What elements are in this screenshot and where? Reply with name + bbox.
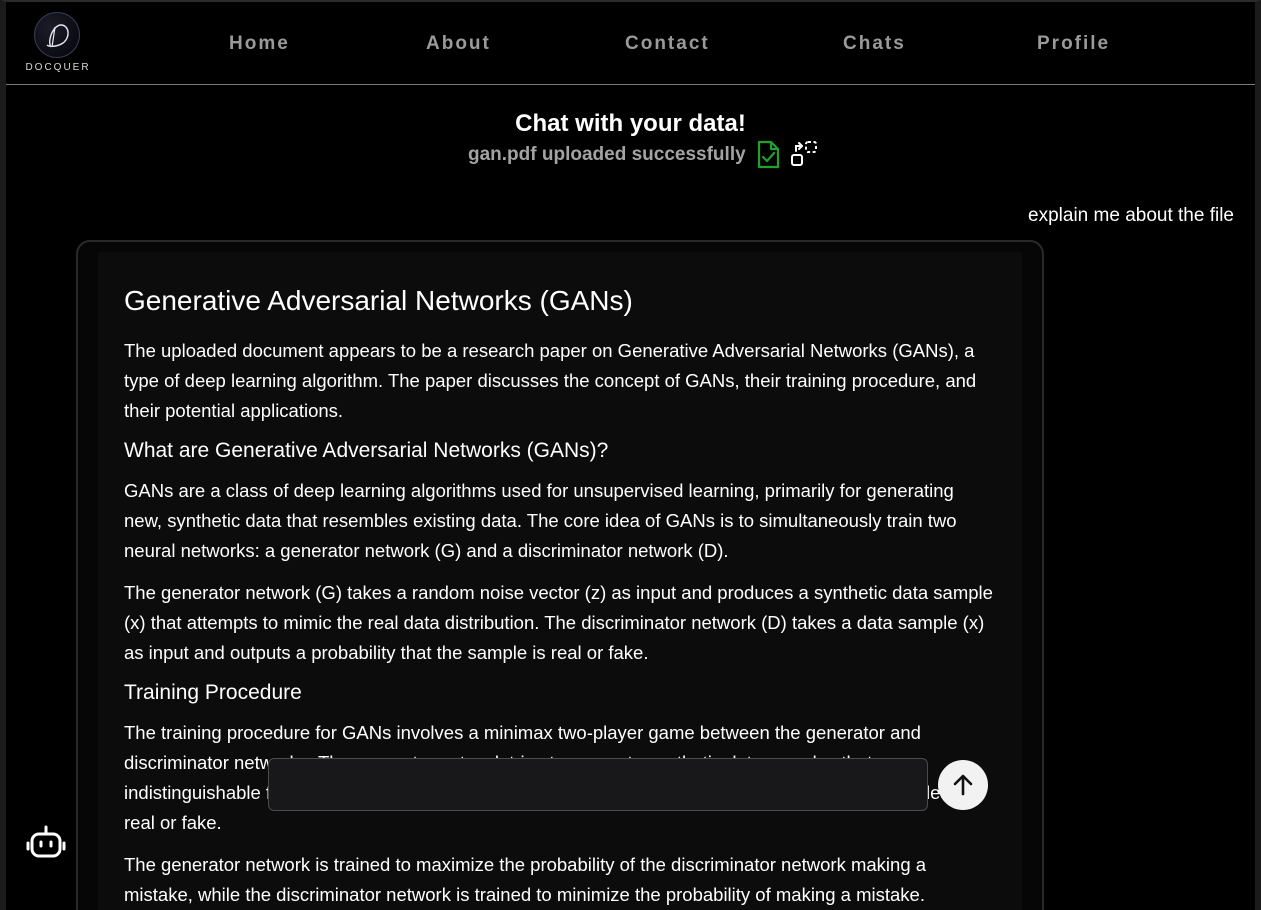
nav-about[interactable]: About xyxy=(426,33,491,55)
nav-home[interactable]: Home xyxy=(229,33,290,55)
user-message: explain me about the file xyxy=(1028,205,1234,226)
chat-title: Chat with your data! xyxy=(515,110,746,137)
response-heading: Generative Adversarial Networks (GANs) xyxy=(124,285,633,316)
bot-button[interactable] xyxy=(26,824,66,860)
logo-mark xyxy=(34,12,80,58)
section-training-title: Training Procedure xyxy=(124,681,302,704)
send-button[interactable] xyxy=(938,760,988,810)
section-what-are-gans-p2: The generator network (G) takes a random… xyxy=(124,582,993,663)
section-training-p2: The generator network is trained to maxi… xyxy=(124,854,927,905)
nav-profile[interactable]: Profile xyxy=(1037,33,1110,55)
response-content: Generative Adversarial Networks (GANs) T… xyxy=(98,252,1022,910)
section-what-are-gans-title: What are Generative Adversarial Networks… xyxy=(124,439,609,462)
nav-chats[interactable]: Chats xyxy=(843,33,906,55)
upload-status-row: gan.pdf uploaded successfully xyxy=(468,140,818,170)
nav-contact[interactable]: Contact xyxy=(625,33,710,55)
section-what-are-gans-p1: GANs are a class of deep learning algori… xyxy=(124,480,957,561)
response-intro: The uploaded document appears to be a re… xyxy=(124,340,977,421)
brand-logo[interactable]: DOCQUER xyxy=(24,12,92,78)
brand-name: DOCQUER xyxy=(25,62,91,73)
chat-input[interactable] xyxy=(268,758,928,811)
swap-file-icon[interactable] xyxy=(790,140,818,170)
upload-status-text: gan.pdf uploaded successfully xyxy=(468,144,746,165)
top-nav: DOCQUER Home About Contact Chats Profile xyxy=(6,2,1255,85)
arrow-up-icon xyxy=(953,774,973,796)
file-check-icon xyxy=(754,140,782,170)
bot-icon xyxy=(26,825,66,858)
